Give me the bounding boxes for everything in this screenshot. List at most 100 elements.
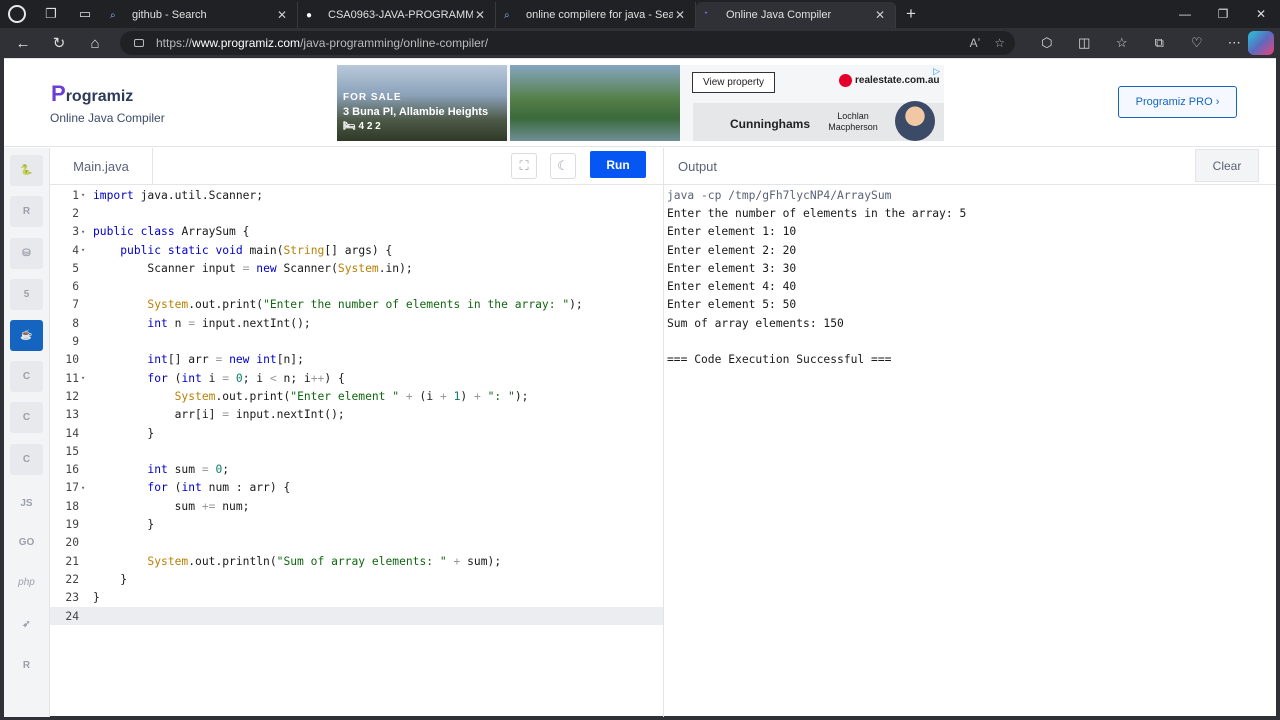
minimize-icon[interactable]: — — [1166, 0, 1204, 28]
php-icon[interactable]: php — [10, 567, 43, 598]
html5-icon[interactable]: 5 — [10, 279, 43, 310]
code-line[interactable]: 10 int[] arr = new int[n]; — [50, 351, 663, 369]
fold-arrow-icon[interactable]: ▾ — [81, 374, 93, 382]
advertisement-banner[interactable]: FOR SALE 3 Buna Pl, Allambie Heights 🛏 4… — [337, 65, 944, 141]
refresh-icon[interactable]: ↻ — [41, 28, 77, 58]
sql-icon[interactable]: ⛁ — [10, 238, 43, 269]
code-text[interactable]: System.out.print("Enter element " + (i +… — [93, 390, 529, 403]
code-line[interactable]: 5 Scanner input = new Scanner(System.in)… — [50, 259, 663, 277]
code-text[interactable]: sum += num; — [93, 500, 250, 513]
code-line[interactable]: 16 int sum = 0; — [50, 461, 663, 479]
code-line[interactable]: 8 int n = input.nextInt(); — [50, 314, 663, 332]
address-bar[interactable]: https://www.programiz.com/java-programmi… — [120, 31, 1015, 55]
code-text[interactable]: int n = input.nextInt(); — [93, 317, 310, 330]
c-icon[interactable]: C — [10, 361, 43, 392]
ad-choices-icon[interactable]: ▷ — [933, 66, 940, 77]
code-text[interactable]: } — [93, 573, 127, 586]
r-icon[interactable]: R — [10, 196, 43, 227]
java-icon[interactable]: ☕ — [10, 320, 43, 351]
code-line[interactable]: 2 — [50, 204, 663, 222]
code-line[interactable]: 20 — [50, 534, 663, 552]
programiz-pro-button[interactable]: Programiz PRO › — [1118, 86, 1237, 118]
csharp-icon[interactable]: C — [10, 444, 43, 475]
extensions-icon[interactable]: ⬡ — [1028, 28, 1066, 58]
browser-tab-active[interactable]: ᐩ Online Java Compiler ✕ — [696, 2, 896, 28]
copilot-icon[interactable] — [1248, 31, 1274, 55]
code-line[interactable]: 9 — [50, 332, 663, 350]
code-line[interactable]: 19 } — [50, 515, 663, 533]
code-line[interactable]: 14 } — [50, 424, 663, 442]
clear-button[interactable]: Clear — [1195, 149, 1259, 182]
swift-icon[interactable]: ➶ — [10, 609, 43, 640]
collections-icon[interactable]: ⧉ — [1141, 28, 1179, 58]
workspaces-icon[interactable]: ❐ — [34, 0, 68, 28]
close-tab-icon[interactable]: ✕ — [673, 8, 687, 22]
cpp-icon[interactable]: C — [10, 402, 43, 433]
code-text[interactable]: } — [93, 518, 154, 531]
fold-arrow-icon[interactable]: ▾ — [81, 246, 93, 254]
code-line[interactable]: 1 ▾ import java.util.Scanner; — [50, 186, 663, 204]
code-text[interactable]: int sum = 0; — [93, 463, 229, 476]
tab-actions-icon[interactable]: ▭ — [68, 0, 102, 28]
panel-divider[interactable] — [663, 148, 664, 717]
back-icon[interactable]: ← — [5, 28, 41, 58]
code-text[interactable]: Scanner input = new Scanner(System.in); — [93, 262, 412, 275]
code-line[interactable]: 13 arr[i] = input.nextInt(); — [50, 406, 663, 424]
line-number: 13 — [65, 408, 79, 422]
home-icon[interactable]: ⌂ — [77, 28, 113, 58]
python-icon[interactable]: 🐍 — [10, 155, 43, 186]
code-line[interactable]: 15 — [50, 442, 663, 460]
fold-arrow-icon[interactable]: ▾ — [81, 228, 93, 236]
run-button[interactable]: Run — [590, 151, 646, 178]
close-tab-icon[interactable]: ✕ — [473, 8, 487, 22]
view-property-button[interactable]: View property — [692, 72, 775, 93]
code-line[interactable]: 23} — [50, 589, 663, 607]
favorites-icon[interactable]: ☆ — [1103, 28, 1141, 58]
code-line[interactable]: 12 System.out.print("Enter element " + (… — [50, 387, 663, 405]
code-text[interactable]: } — [93, 591, 100, 604]
code-line[interactable]: 4 ▾ public static void main(String[] args… — [50, 241, 663, 259]
code-line[interactable]: 3 ▾ public class ArraySum { — [50, 223, 663, 241]
close-window-icon[interactable]: ✕ — [1242, 0, 1280, 28]
code-editor[interactable]: 1 ▾ import java.util.Scanner; 2 3 ▾ public cla… — [50, 185, 663, 717]
code-text[interactable]: public class ArraySum { — [93, 225, 249, 238]
code-line[interactable]: 18 sum += num; — [50, 497, 663, 515]
code-text[interactable]: System.out.println("Sum of array element… — [93, 555, 501, 568]
file-tab-main-java[interactable]: Main.java — [50, 148, 153, 185]
code-text[interactable]: arr[i] = input.nextInt(); — [93, 408, 345, 421]
code-text[interactable]: public static void main(String[] args) { — [93, 244, 392, 257]
dark-mode-icon[interactable]: ☾ — [550, 153, 576, 179]
code-line[interactable]: 22 } — [50, 570, 663, 588]
code-text[interactable]: System.out.print("Enter the number of el… — [93, 298, 582, 311]
browser-tab[interactable]: ● CSA0963-JAVA-PROGRAMMING/ ✕ — [298, 2, 496, 28]
new-tab-icon[interactable]: + — [896, 4, 926, 24]
split-screen-icon[interactable]: ◫ — [1066, 28, 1104, 58]
code-line[interactable]: 7 System.out.print("Enter the number of … — [50, 296, 663, 314]
code-line[interactable]: 6 — [50, 278, 663, 296]
code-line[interactable]: 21 System.out.println("Sum of array elem… — [50, 552, 663, 570]
fullscreen-icon[interactable]: ⛶ — [511, 153, 537, 179]
edge-profile-icon[interactable] — [0, 0, 34, 28]
browser-tab[interactable]: ⌕ github - Search ✕ — [102, 2, 298, 28]
code-text[interactable]: for (int i = 0; i < n; i++) { — [93, 372, 344, 385]
fold-arrow-icon[interactable]: ▾ — [81, 484, 93, 492]
close-tab-icon[interactable]: ✕ — [873, 8, 887, 22]
code-line[interactable]: 17 ▾ for (int num : arr) { — [50, 479, 663, 497]
browser-tab[interactable]: ⌕ online compilere for java - Searc ✕ — [496, 2, 696, 28]
favorite-star-icon[interactable]: ☆ — [994, 36, 1005, 50]
rust-icon[interactable]: R — [10, 650, 43, 681]
browser-essentials-icon[interactable]: ♡ — [1178, 28, 1216, 58]
code-text[interactable]: int[] arr = new int[n]; — [93, 353, 303, 366]
code-line[interactable]: 24 — [50, 606, 663, 626]
code-line[interactable]: 11 ▾ for (int i = 0; i < n; i++) { — [50, 369, 663, 387]
code-text[interactable]: } — [93, 427, 154, 440]
close-tab-icon[interactable]: ✕ — [275, 8, 289, 22]
maximize-icon[interactable]: ❐ — [1204, 0, 1242, 28]
programiz-logo[interactable]: Programiz — [51, 81, 133, 107]
code-text[interactable]: for (int num : arr) { — [93, 481, 290, 494]
fold-arrow-icon[interactable]: ▾ — [81, 191, 93, 199]
javascript-icon[interactable]: JS — [10, 488, 43, 519]
code-text[interactable]: import java.util.Scanner; — [93, 189, 263, 202]
go-icon[interactable]: GO — [10, 527, 43, 558]
read-aloud-icon[interactable]: Aʼ — [970, 36, 981, 50]
